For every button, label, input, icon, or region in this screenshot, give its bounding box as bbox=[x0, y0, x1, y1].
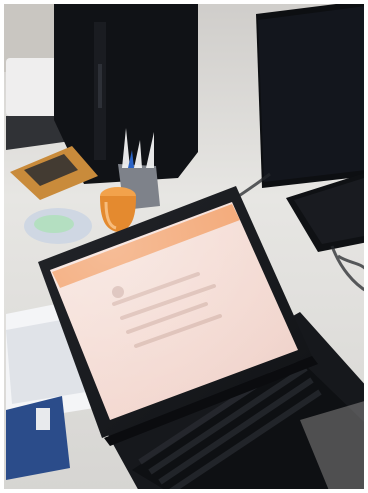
pc-tower-light bbox=[98, 64, 102, 108]
binder-label bbox=[36, 408, 50, 430]
scene-svg bbox=[0, 0, 368, 493]
disc-shine bbox=[34, 215, 74, 233]
monitor-bezel-light bbox=[258, 6, 366, 182]
photo bbox=[0, 0, 368, 493]
